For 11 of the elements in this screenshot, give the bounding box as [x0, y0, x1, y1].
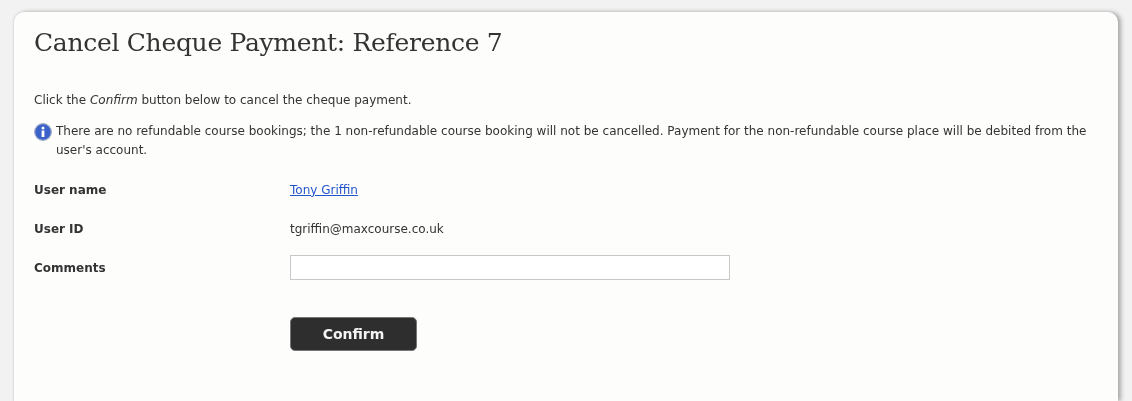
field-label: User ID	[34, 221, 85, 236]
field-value: tgriffin@maxcourse.co.uk	[290, 221, 444, 236]
field-label: Comments	[34, 260, 107, 275]
info-message: There are no refundable course bookings; the 1 non-refundable course booking will not be cancelled. Payment for the non-refundable course place will be debited from the user's account.	[56, 123, 1088, 159]
info-icon	[34, 123, 52, 141]
page-title: Cancel Cheque Payment: Reference 7	[34, 28, 504, 57]
confirm-button[interactable]: Confirm	[290, 317, 417, 351]
instruction-text: Click the Confirm button below to cancel the cheque payment.	[34, 92, 413, 109]
user-name-link[interactable]: Tony Griffin	[290, 182, 358, 197]
field-label: User name	[34, 182, 108, 197]
comments-field[interactable]	[290, 255, 730, 280]
